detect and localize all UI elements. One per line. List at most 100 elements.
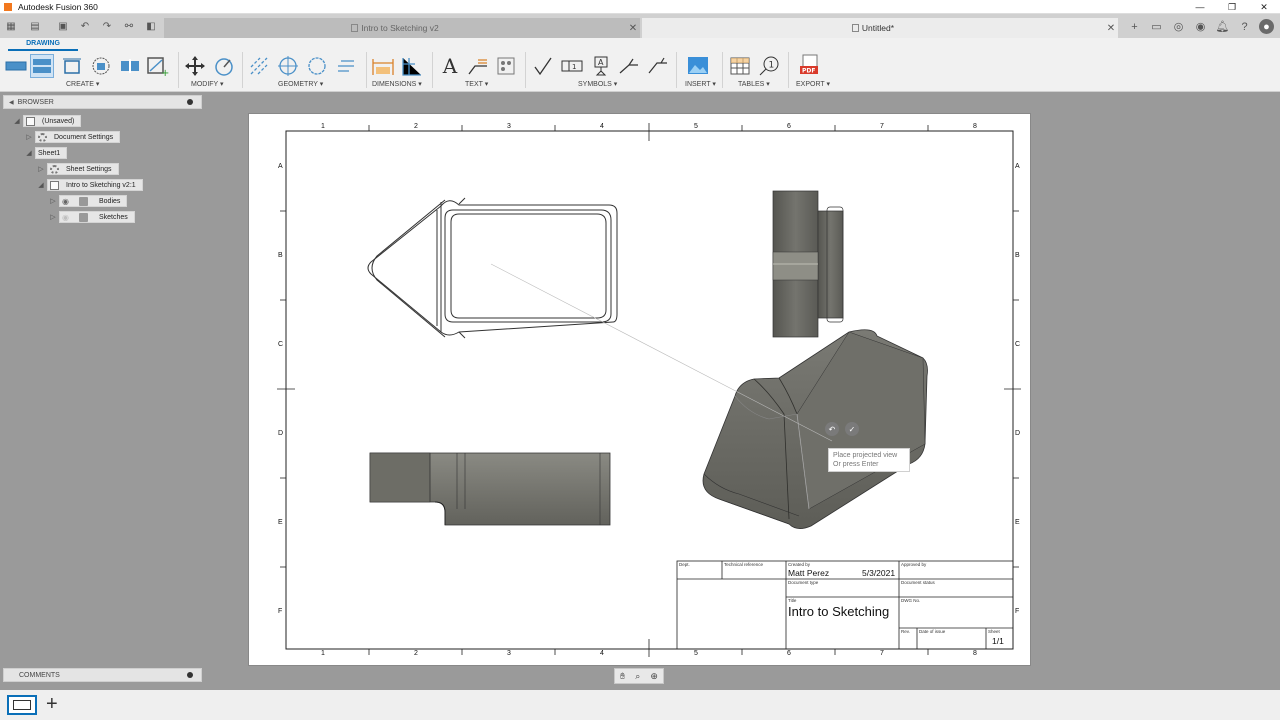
weld-symbol-icon[interactable] bbox=[617, 54, 641, 78]
tab-intro-to-sketching[interactable]: Intro to Sketching v2 ✕ bbox=[164, 18, 640, 38]
datum-identifier-icon[interactable]: A bbox=[589, 54, 613, 78]
sketch-icon[interactable]: + bbox=[146, 54, 170, 78]
visibility-eye-icon[interactable]: ◉ bbox=[62, 197, 72, 206]
projected-view-icon[interactable] bbox=[30, 54, 54, 78]
job-status-icon[interactable]: ◉ bbox=[1193, 19, 1208, 34]
file-icon[interactable]: ▤ bbox=[28, 19, 42, 33]
expand-icon[interactable]: ▷ bbox=[37, 165, 45, 173]
break-view-icon[interactable] bbox=[118, 54, 142, 78]
symbols-group-label[interactable]: SYMBOLS ▾ bbox=[578, 80, 617, 88]
center-mark-icon[interactable] bbox=[276, 54, 300, 78]
undo-icon[interactable]: ↶ bbox=[78, 19, 92, 33]
dimension-icon[interactable] bbox=[371, 54, 395, 78]
centerline-icon[interactable] bbox=[247, 54, 271, 78]
svg-text:1: 1 bbox=[572, 63, 576, 71]
gear-icon bbox=[38, 132, 47, 142]
section-view-icon[interactable] bbox=[60, 54, 84, 78]
undo-placement-icon[interactable]: ↶ bbox=[825, 422, 839, 436]
table-icon[interactable] bbox=[728, 54, 752, 78]
tree-item-view[interactable]: ◢ Intro to Sketching v2:1 bbox=[37, 179, 143, 191]
pin-icon[interactable] bbox=[187, 99, 193, 105]
extensions-icon[interactable]: ◎ bbox=[1171, 19, 1186, 34]
rev-label: Rev. bbox=[901, 629, 910, 634]
restore-icon[interactable]: ❐ bbox=[1216, 0, 1248, 14]
zone-row-label: A bbox=[278, 163, 283, 170]
base-view-icon[interactable] bbox=[4, 54, 28, 78]
expand-icon[interactable]: ▷ bbox=[25, 133, 33, 141]
save-icon[interactable]: ▣ bbox=[56, 19, 70, 33]
tree-item-bodies[interactable]: ▷ ◉ Bodies bbox=[49, 195, 128, 207]
text-icon[interactable]: A bbox=[438, 54, 462, 78]
expand-icon[interactable]: ▷ bbox=[49, 197, 57, 205]
expand-icon[interactable]: ▷ bbox=[49, 213, 57, 221]
grid-icon[interactable]: ▦ bbox=[4, 19, 18, 33]
zoom-window-icon[interactable]: ⊕ bbox=[650, 671, 658, 682]
zone-col-label: 4 bbox=[600, 650, 604, 657]
comments-panel-header[interactable]: COMMENTS bbox=[3, 668, 202, 682]
confirm-checkmark-icon[interactable]: ✓ bbox=[845, 422, 859, 436]
avatar[interactable]: ● bbox=[1259, 19, 1274, 34]
tab-untitled[interactable]: Untitled* ✕ bbox=[642, 18, 1118, 38]
drawing-sheet[interactable]: 1 2 3 4 5 6 7 8 1 2 3 4 5 6 7 8 A B C D … bbox=[248, 113, 1031, 666]
help-icon[interactable]: ? bbox=[1237, 19, 1252, 34]
tree-item-sketches[interactable]: ▷ ◉ Sketches bbox=[49, 211, 135, 223]
tables-group-label[interactable]: TABLES ▾ bbox=[738, 80, 770, 88]
tree-item-sheet-settings[interactable]: ▷ Sheet Settings bbox=[37, 163, 119, 175]
close-window-icon[interactable]: ✕ bbox=[1248, 0, 1280, 14]
sheet-thumbnail[interactable] bbox=[7, 695, 37, 715]
svg-text:+: + bbox=[161, 68, 169, 77]
collapse-icon[interactable]: ◢ bbox=[13, 117, 21, 125]
text-group-label[interactable]: TEXT ▾ bbox=[465, 80, 488, 88]
tree-item-unsaved[interactable]: ◢ (Unsaved) bbox=[13, 115, 82, 127]
hand-icon[interactable]: ✋︎ bbox=[620, 671, 625, 682]
insert-group-label[interactable]: INSERT ▾ bbox=[685, 80, 716, 88]
collapse-icon[interactable]: ◢ bbox=[25, 149, 33, 157]
workspace-label[interactable]: DRAWING bbox=[8, 40, 78, 51]
visibility-eye-icon[interactable]: ◉ bbox=[62, 213, 72, 222]
new-tab-icon[interactable]: + bbox=[1127, 19, 1142, 34]
tree-item-sheet1[interactable]: ◢ Sheet1 bbox=[25, 147, 282, 269]
geometry-group-label[interactable]: GEOMETRY ▾ bbox=[278, 80, 323, 88]
tree-item-label: Sheet1 bbox=[38, 149, 61, 157]
chat-icon[interactable]: ▭ bbox=[1149, 19, 1164, 34]
move-icon[interactable] bbox=[183, 54, 207, 78]
leader-icon[interactable] bbox=[466, 54, 490, 78]
collapse-icon[interactable]: ◀ bbox=[9, 99, 14, 106]
close-tab-icon[interactable]: ✕ bbox=[1104, 23, 1118, 34]
add-sheet-icon[interactable]: + bbox=[46, 694, 58, 714]
ordinate-dimension-icon[interactable] bbox=[400, 54, 424, 78]
pin-icon[interactable] bbox=[187, 672, 193, 678]
drawing-title: Intro to Sketching bbox=[788, 604, 890, 619]
browser-panel-header[interactable]: ◀ BROWSER bbox=[3, 95, 202, 109]
feature-control-frame-icon[interactable]: 1 bbox=[560, 54, 584, 78]
collapse-icon[interactable]: ◢ bbox=[37, 181, 45, 189]
link-icon[interactable]: ⚯ bbox=[122, 19, 136, 33]
edge-extension-icon[interactable] bbox=[334, 54, 358, 78]
create-group-label[interactable]: CREATE ▾ bbox=[66, 80, 99, 88]
zone-col-label: 3 bbox=[507, 650, 511, 657]
zone-row-label: E bbox=[278, 519, 283, 526]
insert-image-icon[interactable] bbox=[686, 54, 710, 78]
share-icon[interactable]: ◧ bbox=[144, 19, 158, 33]
document-icon bbox=[351, 24, 359, 32]
modify-group-label[interactable]: MODIFY ▾ bbox=[191, 80, 224, 88]
center-mark-pattern-icon[interactable] bbox=[305, 54, 329, 78]
export-pdf-icon[interactable]: PDF bbox=[798, 54, 822, 78]
tree-item-document-settings[interactable]: ▷ Document Settings bbox=[25, 131, 121, 143]
balloon-icon[interactable]: 1 bbox=[757, 54, 781, 78]
note-icon[interactable] bbox=[494, 54, 518, 78]
detail-view-icon[interactable] bbox=[89, 54, 113, 78]
redo-icon[interactable]: ↷ bbox=[100, 19, 114, 33]
zoom-icon[interactable]: ⌕ bbox=[635, 671, 640, 682]
edge-symbol-icon[interactable] bbox=[646, 54, 670, 78]
minimize-icon[interactable]: — bbox=[1184, 0, 1216, 14]
surface-texture-icon[interactable] bbox=[531, 54, 555, 78]
dimensions-group-label[interactable]: DIMENSIONS ▾ bbox=[372, 80, 422, 88]
notifications-icon[interactable]: 🔔︎ bbox=[1215, 19, 1230, 34]
rotate-icon[interactable] bbox=[212, 54, 236, 78]
close-tab-icon[interactable]: ✕ bbox=[626, 23, 640, 34]
zone-col-label: 2 bbox=[414, 123, 418, 130]
tree-item-label: Intro to Sketching v2:1 bbox=[66, 181, 136, 189]
zone-row-label: C bbox=[1015, 341, 1021, 348]
export-group-label[interactable]: EXPORT ▾ bbox=[796, 80, 830, 88]
